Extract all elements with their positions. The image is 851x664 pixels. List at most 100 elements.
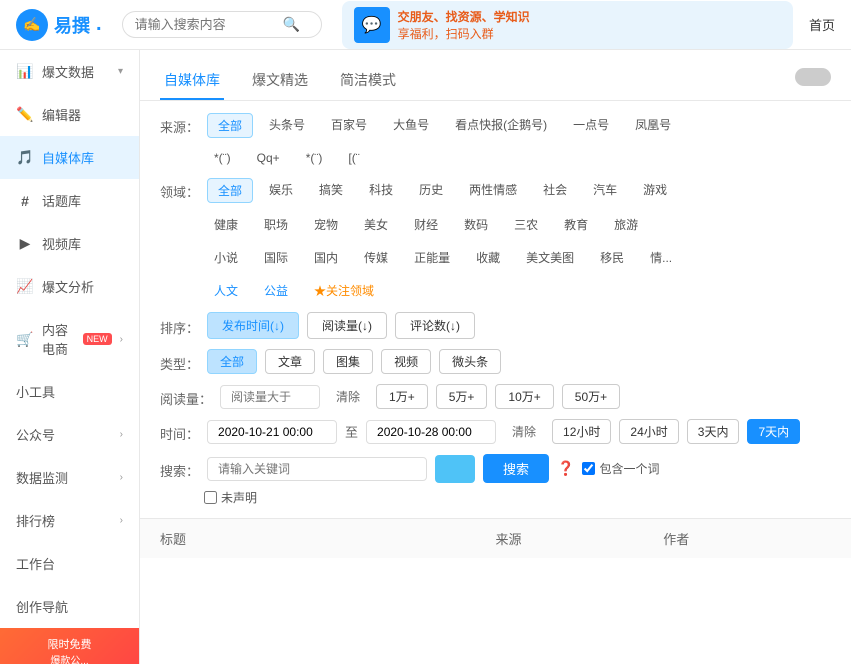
include-checkbox-input[interactable]	[582, 462, 595, 475]
domain-tag-history[interactable]: 历史	[409, 178, 453, 203]
domain-tag-workplace[interactable]: 职场	[254, 213, 298, 236]
domain-tag-pet[interactable]: 宠物	[304, 213, 348, 236]
help-icon[interactable]: ❓	[557, 460, 574, 477]
domain-tag-all[interactable]: 全部	[207, 178, 253, 203]
time-btn-3d[interactable]: 3天内	[687, 419, 740, 444]
tab-boom-selection[interactable]: 爆文精选	[248, 62, 312, 100]
sidebar-item-analysis[interactable]: 📈 爆文分析	[0, 265, 139, 308]
source-tag-other[interactable]: [(¨	[338, 148, 369, 168]
source-tag-all[interactable]: 全部	[207, 113, 253, 138]
domain-tag-car[interactable]: 汽车	[583, 178, 627, 203]
time-sep: 至	[345, 422, 358, 441]
type-btn-gallery[interactable]: 图集	[323, 349, 373, 374]
domain-tag-positive[interactable]: 正能量	[404, 246, 460, 269]
source-tag-yidian[interactable]: 一点号	[563, 113, 619, 138]
sort-btn-time[interactable]: 发布时间(↓)	[207, 312, 299, 339]
type-btn-all[interactable]: 全部	[207, 349, 257, 374]
read-input[interactable]	[220, 385, 320, 409]
sort-btn-read[interactable]: 阅读量(↓)	[307, 312, 387, 339]
domain-tag-entertainment[interactable]: 娱乐	[259, 178, 303, 203]
count-btn-50w[interactable]: 50万+	[562, 384, 620, 409]
sidebar-label-ranking: 排行榜	[16, 511, 112, 530]
include-one-word-checkbox[interactable]: 包含一个词	[582, 460, 659, 477]
source-tag-kandian[interactable]: 看点快报(企鹅号)	[445, 113, 557, 138]
source-tag-dayu[interactable]: 大鱼号	[383, 113, 439, 138]
header-home[interactable]: 首页	[809, 15, 835, 34]
time-end-input[interactable]	[366, 420, 496, 444]
color-picker-box[interactable]	[435, 455, 475, 483]
boom-data-icon: 📊	[16, 63, 34, 81]
search-icon: 🔍	[283, 16, 300, 33]
domain-tag-society[interactable]: 社会	[533, 178, 577, 203]
sidebar-item-video[interactable]: ▶ 视频库	[0, 222, 139, 265]
domain-tag-arts[interactable]: 美文美图	[516, 246, 584, 269]
time-start-input[interactable]	[207, 420, 337, 444]
keyword-input[interactable]	[207, 457, 427, 481]
sidebar-item-public[interactable]: 公众号 ›	[0, 413, 139, 456]
sidebar-item-self-media[interactable]: 🎵 自媒体库	[0, 136, 139, 179]
sidebar-label-editor: 编辑器	[42, 105, 123, 124]
tab-simple-mode[interactable]: 简洁模式	[336, 62, 400, 100]
sidebar-item-creation[interactable]: 创作导航	[0, 585, 139, 628]
sort-btn-comment[interactable]: 评论数(↓)	[395, 312, 475, 339]
domain-tag-health[interactable]: 健康	[204, 213, 248, 236]
sidebar-item-boom-data[interactable]: 📊 爆文数据 ▾	[0, 50, 139, 93]
sidebar-item-ranking[interactable]: 排行榜 ›	[0, 499, 139, 542]
count-btn-10w[interactable]: 10万+	[495, 384, 553, 409]
domain-tag-sannong[interactable]: 三农	[504, 213, 548, 236]
domain-tag-novel[interactable]: 小说	[204, 246, 248, 269]
read-clear-btn[interactable]: 清除	[328, 384, 368, 409]
search-bar[interactable]: 🔍	[122, 11, 322, 38]
domain-tag-emotion2[interactable]: 情...	[640, 246, 682, 269]
domain-tag-finance[interactable]: 财经	[404, 213, 448, 236]
search-execute-btn[interactable]: 搜索	[483, 454, 549, 483]
sidebar-label-workspace: 工作台	[16, 554, 123, 573]
domain-tag-international[interactable]: 国际	[254, 246, 298, 269]
domain-tag-travel[interactable]: 旅游	[604, 213, 648, 236]
source-tag-toutiao[interactable]: 头条号	[259, 113, 315, 138]
type-btn-micro[interactable]: 微头条	[439, 349, 501, 374]
sidebar-item-topic[interactable]: # 话题库	[0, 179, 139, 222]
domain-tag-immigration[interactable]: 移民	[590, 246, 634, 269]
declare-checkbox-input[interactable]	[204, 491, 217, 504]
domain-tag-domestic[interactable]: 国内	[304, 246, 348, 269]
type-btn-video[interactable]: 视频	[381, 349, 431, 374]
sidebar-item-editor[interactable]: ✏️ 编辑器	[0, 93, 139, 136]
source-tag-fenghuang[interactable]: 凤凰号	[625, 113, 681, 138]
ecommerce-icon: 🛒	[16, 330, 34, 348]
time-btn-12h[interactable]: 12小时	[552, 419, 611, 444]
source-tag-baijia[interactable]: 百家号	[321, 113, 377, 138]
time-btn-24h[interactable]: 24小时	[619, 419, 678, 444]
count-btn-1w[interactable]: 1万+	[376, 384, 428, 409]
source-tag-wx[interactable]: *(¨)	[204, 148, 241, 168]
domain-tag-charity[interactable]: 公益	[254, 279, 298, 302]
tab-self-media-lib[interactable]: 自媒体库	[160, 62, 224, 100]
domain-tag-digital[interactable]: 数码	[454, 213, 498, 236]
time-btn-7d[interactable]: 7天内	[747, 419, 800, 444]
domain-tag-follow[interactable]: ★关注领域	[304, 279, 384, 302]
main-layout: 📊 爆文数据 ▾ ✏️ 编辑器 🎵 自媒体库 # 话题库 ▶ 视频库 📈	[0, 50, 851, 664]
sidebar-item-ecommerce[interactable]: 🛒 内容电商 NEW ›	[0, 308, 139, 370]
domain-tag-game[interactable]: 游戏	[633, 178, 677, 203]
simple-mode-toggle[interactable]	[795, 68, 831, 86]
domain-tag-tech[interactable]: 科技	[359, 178, 403, 203]
domain-tag-funny[interactable]: 搞笑	[309, 178, 353, 203]
type-btn-article[interactable]: 文章	[265, 349, 315, 374]
declare-checkbox[interactable]: 未声明	[204, 489, 257, 506]
sidebar-item-monitor[interactable]: 数据监测 ›	[0, 456, 139, 499]
search-input[interactable]	[135, 17, 275, 32]
promo-banner[interactable]: 限时免费 爆款公...	[0, 628, 139, 664]
domain-tag-emotion[interactable]: 两性情感	[459, 178, 527, 203]
domain-tag-education[interactable]: 教育	[554, 213, 598, 236]
domain-tag-culture[interactable]: 人文	[204, 279, 248, 302]
sidebar-item-workspace[interactable]: 工作台	[0, 542, 139, 585]
domain-tag-collection[interactable]: 收藏	[466, 246, 510, 269]
count-btn-5w[interactable]: 5万+	[436, 384, 488, 409]
domain-tag-media[interactable]: 传媒	[354, 246, 398, 269]
th-author: 作者	[663, 529, 831, 548]
source-tag-qq[interactable]: Qq+	[247, 148, 290, 168]
source-tag-wx2[interactable]: *(¨)	[296, 148, 333, 168]
sidebar-item-tools[interactable]: 小工具	[0, 370, 139, 413]
time-clear-btn[interactable]: 清除	[504, 419, 544, 444]
domain-tag-beauty[interactable]: 美女	[354, 213, 398, 236]
